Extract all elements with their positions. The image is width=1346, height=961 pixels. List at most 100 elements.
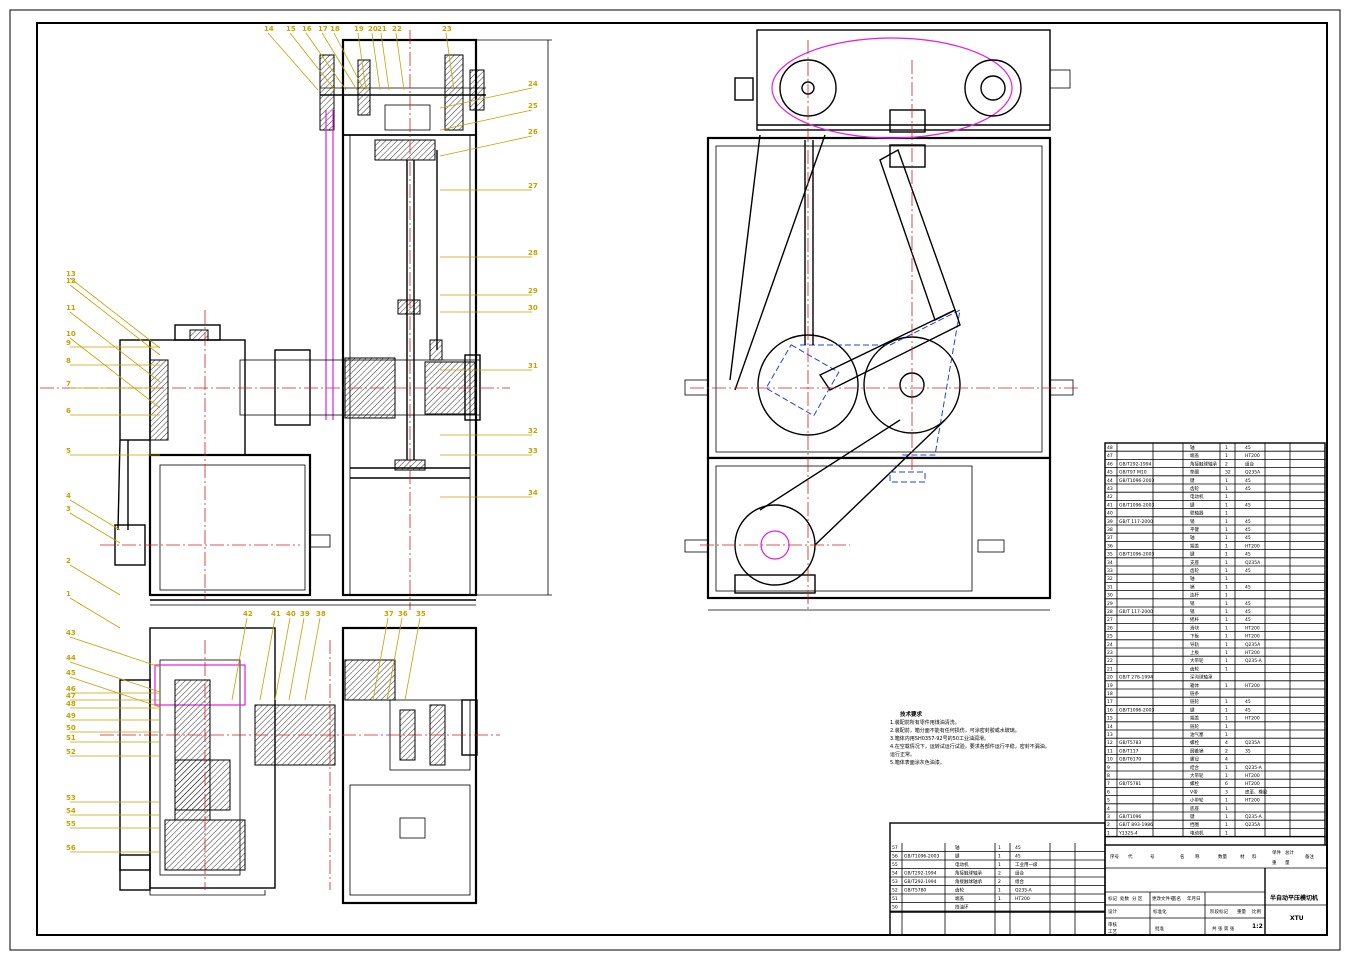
balloon-label: 6 (66, 407, 71, 415)
parts-list-row: 35 GB/T1096-2003 键 1 45 (1105, 551, 1325, 559)
part-no: 29 (1107, 601, 1113, 607)
part-qty: 1 (998, 888, 1001, 894)
title-block-label: 标记 (1108, 895, 1117, 902)
part-qty: 1 (1225, 699, 1228, 705)
part-name: 小带轮 (1190, 797, 1204, 804)
part-no: 20 (1107, 675, 1113, 681)
balloon-label: 26 (528, 128, 538, 136)
part-qty: 2 (1225, 748, 1228, 754)
part-name: 角接触球轴承 (955, 870, 982, 877)
part-no: 18 (1107, 691, 1113, 697)
part-code: GB/T5783 (1119, 740, 1141, 746)
part-code: GB/T1096-2003 (1119, 478, 1155, 484)
part-no: 14 (1107, 724, 1113, 730)
balloon-label: 15 (286, 25, 296, 33)
balloon-label: 33 (528, 447, 538, 455)
part-material: Q235-A (1245, 814, 1263, 820)
parts-list-row: 50 挡油环 (890, 904, 1105, 912)
tech-req-line: 5.箱体表面涂灰色油漆。 (890, 759, 945, 766)
part-balloon: 49 (66, 712, 160, 721)
part-material: 工业用一级 (1015, 861, 1038, 868)
part-material: 45 (1245, 478, 1251, 484)
parts-list-row: 43 齿轮 1 45 (1105, 485, 1325, 493)
parts-list-row: 55 电动机 1 工业用一级 (890, 861, 1105, 869)
part-no: 27 (1107, 617, 1113, 623)
part-no: 31 (1107, 584, 1113, 590)
balloon-label: 34 (528, 489, 538, 497)
part-qty: 4 (1225, 757, 1228, 763)
part-balloon: 46 (66, 685, 160, 694)
part-name: 键 (1190, 501, 1195, 508)
parts-list-row: 3 GB/T1096 键 1 Q235-A (1105, 813, 1325, 821)
balloon-label: 17 (318, 25, 328, 33)
part-material: 45 (1245, 568, 1251, 574)
part-name: V带 (1190, 789, 1198, 795)
part-material: Q235A (1245, 560, 1261, 566)
part-qty: 32 (1225, 470, 1231, 476)
part-name: 导轨 (1190, 641, 1199, 648)
parts-list-row: 19 箱体 1 HT200 (1105, 682, 1325, 690)
balloon-label: 2 (66, 557, 71, 565)
part-material: 45 (1245, 486, 1251, 492)
tech-req-line: 4.在空载情况下，运转试运行试验，要求各部件运行平稳，密封不漏油。 (890, 743, 1050, 750)
balloon-label: 47 (66, 692, 76, 700)
part-name: 挡圈 (1190, 821, 1199, 828)
part-no: 37 (1107, 535, 1113, 541)
balloon-label: 3 (66, 505, 71, 513)
parts-list-row: 12 GB/T5783 螺栓 4 Q235A (1105, 739, 1325, 747)
part-material: 35 (1245, 748, 1251, 754)
part-no: 40 (1107, 511, 1113, 517)
part-material: HT200 (1245, 625, 1260, 631)
balloon-label: 54 (66, 807, 76, 815)
parts-list-row: 30 连杆 1 (1105, 592, 1325, 600)
parts-list-row: 25 下板 1 HT200 (1105, 633, 1325, 641)
drawing-title: 半自动平压模切机 (1270, 894, 1318, 902)
part-no: 34 (1107, 560, 1113, 566)
part-code: GB/T 117-2000 (1119, 519, 1153, 525)
title-block-header: 总计 (1285, 849, 1294, 856)
tech-req-line: 2.装配前，箱分面不能有任何损伤，可涂密封胶或水玻璃。 (890, 727, 1020, 734)
parts-list-row: 1 Y132S-4 电动机 1 (1105, 829, 1325, 837)
part-no: 17 (1107, 699, 1113, 705)
part-name: 联轴器 (1190, 510, 1204, 517)
balloon-label: 18 (330, 25, 340, 33)
parts-list-row: 54 GB/T292-1994 角接触球轴承 2 组合 (890, 870, 1105, 878)
tech-req-heading: 技术要求 (900, 710, 923, 718)
title-block-label: 设计 (1108, 908, 1117, 915)
part-material: Q235-A (1015, 888, 1033, 894)
part-name: 销 (1190, 583, 1195, 590)
drawing-org: XTU (1290, 915, 1304, 922)
part-no: 2 (1107, 822, 1110, 828)
part-no: 12 (1107, 740, 1113, 746)
part-material: HT200 (1245, 634, 1260, 640)
part-name: 螺栓 (1190, 780, 1199, 787)
part-name: 角接触球轴承 (1190, 460, 1217, 467)
part-no: 6 (1107, 789, 1110, 795)
balloon-label: 4 (66, 492, 71, 500)
part-no: 54 (892, 871, 898, 877)
part-code: Y132S-4 (1118, 830, 1138, 836)
part-no: 19 (1107, 683, 1113, 689)
part-material: HT200 (1245, 650, 1260, 656)
parts-list-row: 48 轴 1 45 (1105, 444, 1325, 452)
title-block-header: 数量 (1218, 853, 1227, 860)
parts-list-row: 14 链轮 1 (1105, 723, 1325, 731)
part-material: Q235-A (1245, 765, 1263, 771)
title-block-label: 重量 (1237, 908, 1246, 915)
balloon-label: 19 (354, 25, 364, 33)
part-material: Q235-A (1245, 658, 1263, 664)
part-qty: 3 (1225, 789, 1228, 795)
part-balloon: 3 (66, 505, 121, 544)
part-name: 垫圈 (1190, 469, 1199, 476)
part-balloon: 39 (288, 610, 310, 701)
part-qty: 1 (1225, 765, 1228, 771)
part-qty: 1 (1225, 535, 1228, 541)
part-name: 平键 (1190, 526, 1199, 533)
part-qty: 1 (1225, 806, 1228, 812)
part-qty: 6 (1225, 781, 1228, 787)
part-no: 11 (1107, 748, 1113, 754)
parts-list-row: 51 端盖 1 HT200 (890, 895, 1105, 903)
part-material: 45 (1245, 609, 1251, 615)
part-code: GB/T6170 (1119, 757, 1141, 763)
part-qty: 1 (1225, 445, 1228, 451)
